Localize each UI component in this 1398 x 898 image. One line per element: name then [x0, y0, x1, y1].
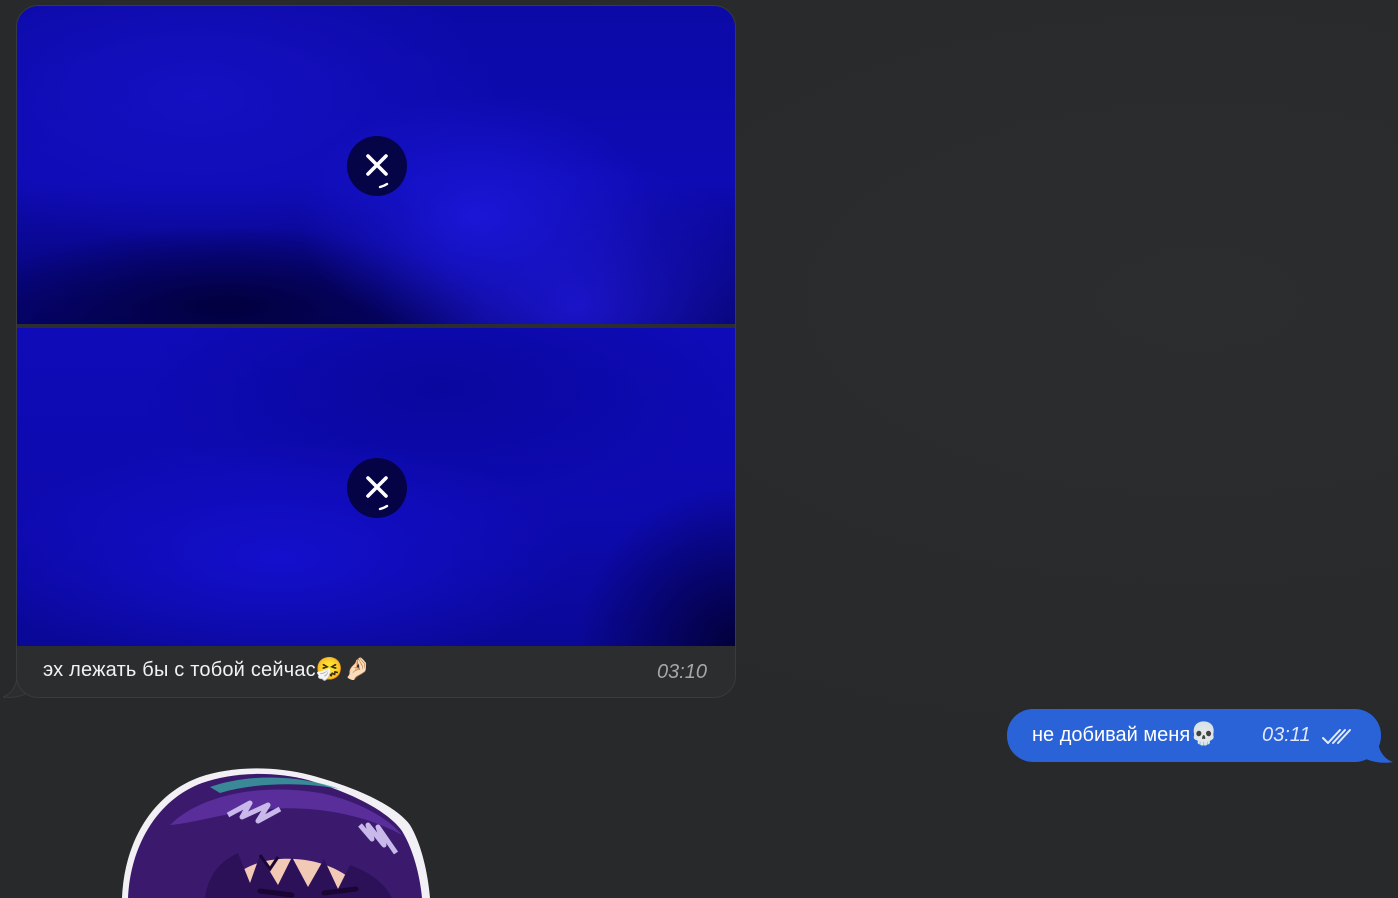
anime-girl-sticker[interactable] [110, 765, 440, 898]
outgoing-text: не добивай меня [1032, 724, 1191, 746]
outgoing-message[interactable]: не добивай меня💀 03:11 [1007, 709, 1381, 762]
outgoing-message-time: 03:11 [1262, 724, 1311, 746]
media-photo-2[interactable] [17, 328, 735, 646]
double-check-icon [1322, 729, 1351, 744]
close-icon [366, 476, 389, 511]
caption-emoji: 🤧🤌🏻 [315, 657, 372, 682]
media-photo-1[interactable] [17, 6, 735, 324]
cancel-download-button-2[interactable] [347, 458, 407, 518]
incoming-media-message[interactable]: эх лежать бы с тобой сейчас🤧🤌🏻 03:10 [16, 5, 736, 698]
outgoing-message-text: не добивай меня💀 [1032, 722, 1218, 747]
message-caption: эх лежать бы с тобой сейчас🤧🤌🏻 [43, 657, 371, 682]
close-icon [366, 154, 389, 189]
cancel-download-button-1[interactable] [347, 136, 407, 196]
caption-text: эх лежать бы с тобой сейчас [43, 659, 316, 681]
chat-window: эх лежать бы с тобой сейчас🤧🤌🏻 03:10 не … [0, 0, 1398, 898]
skull-emoji: 💀 [1190, 722, 1218, 747]
message-time: 03:10 [656, 661, 707, 683]
